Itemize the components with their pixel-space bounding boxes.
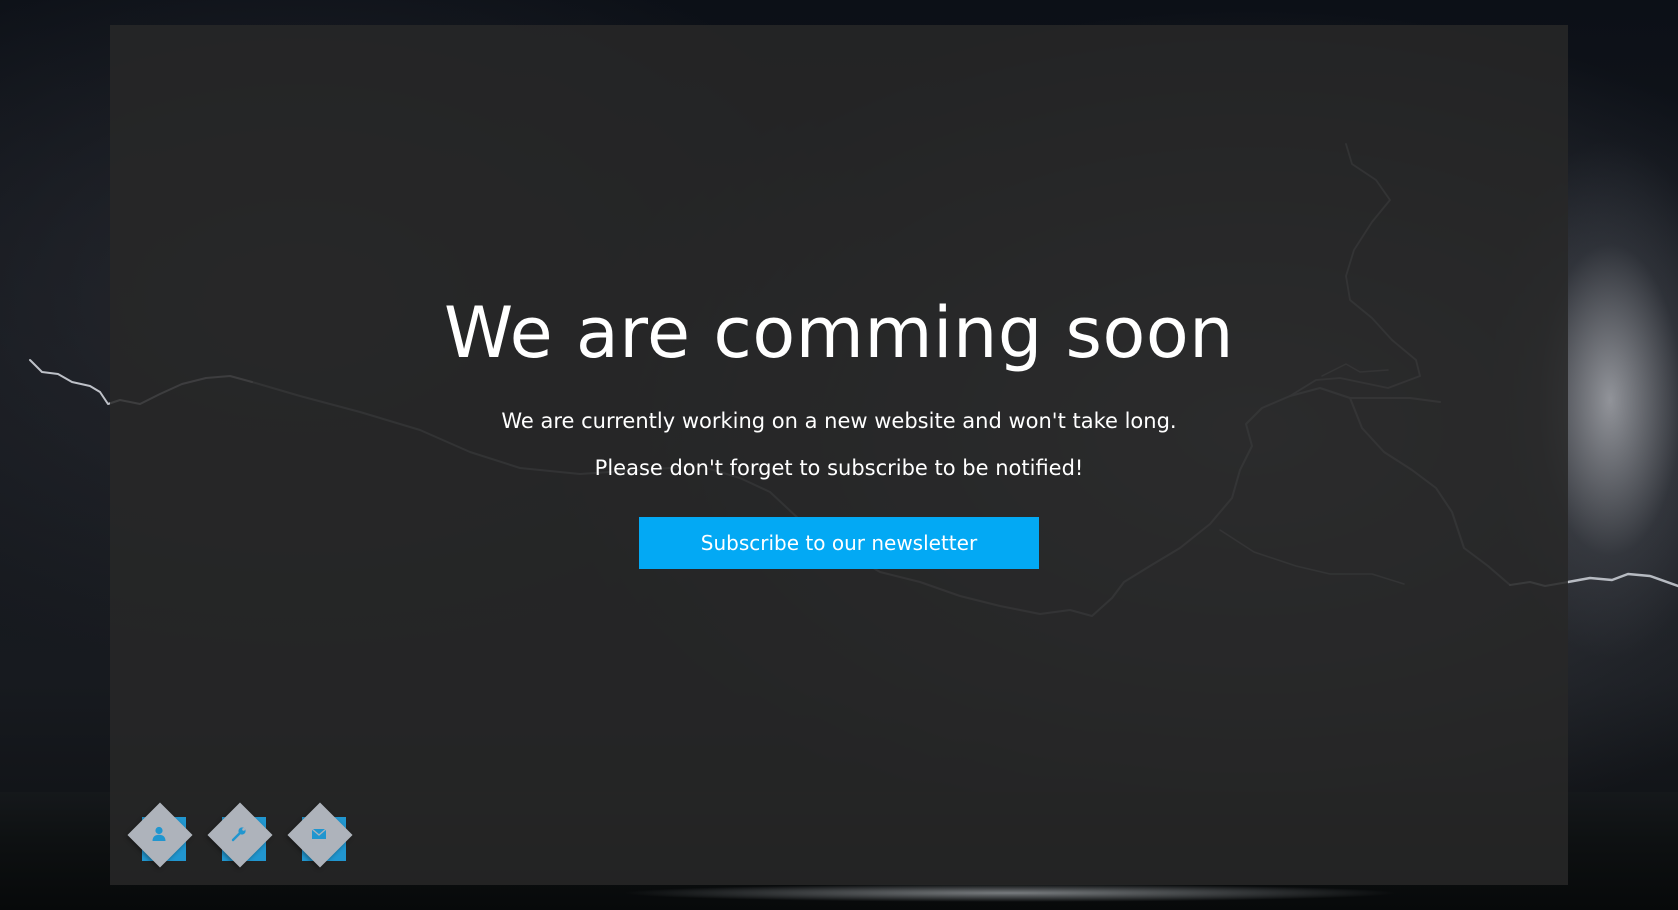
coming-soon-panel: We are comming soon We are currently wor… (110, 25, 1568, 885)
subscribe-newsletter-button[interactable]: Subscribe to our newsletter (639, 517, 1039, 569)
description-line-2: Please don't forget to subscribe to be n… (594, 456, 1084, 480)
settings-link[interactable] (207, 802, 273, 868)
page-title: We are comming soon (443, 292, 1235, 374)
envelope-icon (288, 803, 350, 865)
user-icon (128, 803, 190, 865)
sea-glint (620, 884, 1400, 902)
wrench-icon (208, 803, 270, 865)
contact-link[interactable] (287, 802, 353, 868)
profile-link[interactable] (127, 802, 193, 868)
description-line-1: We are currently working on a new websit… (501, 409, 1177, 433)
